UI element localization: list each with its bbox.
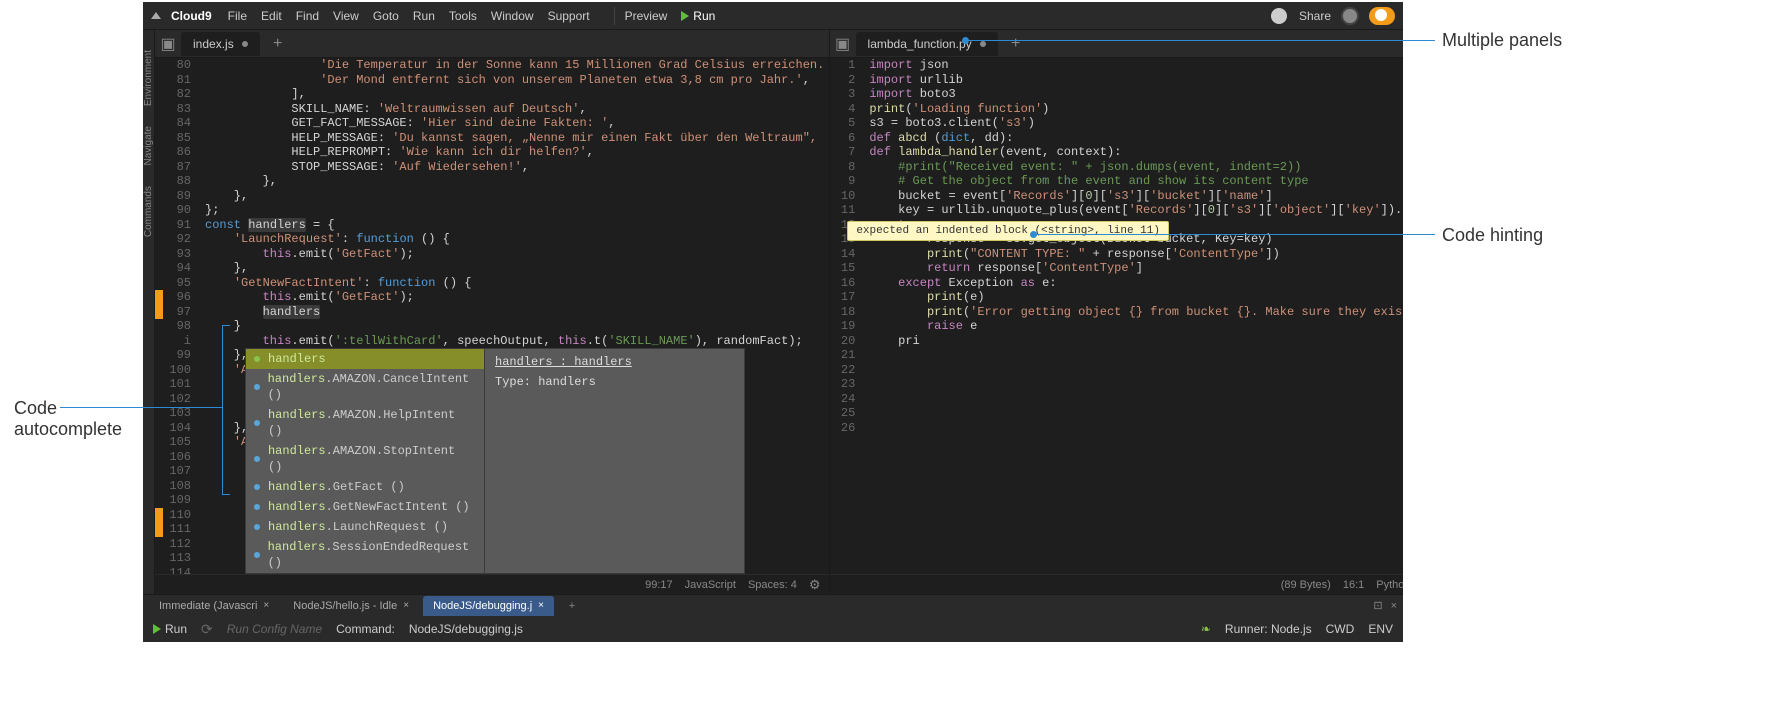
sidebar-tab-environment[interactable]: Environment — [143, 50, 154, 106]
close-icon[interactable]: × — [538, 600, 544, 611]
panes-icon[interactable]: ▣ — [161, 37, 175, 51]
play-icon — [681, 11, 689, 21]
share-button[interactable]: Share — [1299, 9, 1331, 23]
callout-hinting: Code hinting — [1442, 225, 1543, 246]
editor-left[interactable]: 80818283848586878889909192939495969798i … — [155, 58, 829, 574]
language-indicator[interactable]: Python — [1376, 579, 1403, 591]
tab-lambda-py[interactable]: lambda_function.py — [856, 32, 998, 56]
command-value[interactable]: NodeJS/debugging.js — [409, 622, 523, 636]
run-label: Run — [693, 9, 715, 23]
run-button-bottom[interactable]: Run — [153, 622, 187, 636]
divider — [614, 7, 615, 25]
bottom-tab[interactable]: NodeJS/hello.js - Idle× — [283, 596, 419, 616]
editor-settings-icon[interactable]: ⚙ — [809, 577, 821, 593]
tab-label: index.js — [193, 37, 234, 51]
command-label: Command: — [336, 622, 395, 636]
menu-find[interactable]: Find — [296, 9, 319, 23]
editor-panel-right: ▣ lambda_function.py + 12345678910111213… — [830, 30, 1403, 594]
menubar: Cloud9 File Edit Find View Goto Run Tools Windo… — [143, 2, 1403, 30]
run-button[interactable]: Run — [681, 9, 715, 23]
menu-tools[interactable]: Tools — [449, 9, 477, 23]
close-icon[interactable]: × — [403, 600, 409, 611]
user-avatar[interactable] — [1271, 8, 1287, 24]
autocomplete-popup[interactable]: handlershandlers.AMAZON.CancelIntent ()h… — [245, 348, 745, 574]
menu-file[interactable]: File — [228, 9, 247, 23]
run-label: Run — [165, 622, 187, 636]
autocomplete-item[interactable]: handlers.LaunchRequest () — [246, 517, 484, 537]
tab-index-js[interactable]: index.js — [181, 32, 260, 56]
callout-autocomplete: Code autocomplete — [14, 398, 122, 440]
env-button[interactable]: ENV — [1368, 622, 1393, 636]
menu-triangle-icon[interactable] — [151, 12, 161, 19]
autocomplete-item[interactable]: handlers.AMAZON.HelpIntent () — [246, 405, 484, 441]
bottom-tab[interactable]: Immediate (Javascri× — [149, 596, 279, 616]
run-config-bar: Run ⟳ Run Config Name Command: NodeJS/de… — [143, 616, 1403, 642]
menu-support[interactable]: Support — [548, 9, 590, 23]
menu-view[interactable]: View — [333, 9, 359, 23]
hint-tooltip: expected an indented block (<string>, li… — [847, 221, 1169, 242]
autocomplete-item[interactable]: handlers.AMAZON.StopIntent () — [246, 441, 484, 477]
bottom-tab-bar: Immediate (Javascri×NodeJS/hello.js - Id… — [143, 594, 1403, 616]
statusbar-left: 99:17 JavaScript Spaces: 4 ⚙ — [155, 574, 829, 594]
cursor-position: 16:1 — [1343, 579, 1364, 591]
cloud-sync-icon[interactable] — [1369, 7, 1395, 25]
language-indicator[interactable]: JavaScript — [685, 579, 736, 591]
menu-window[interactable]: Window — [491, 9, 534, 23]
autocomplete-item[interactable]: handlers.GetFact () — [246, 477, 484, 497]
tab-bar-left: ▣ index.js + — [155, 30, 829, 58]
spaces-indicator[interactable]: Spaces: 4 — [748, 579, 797, 591]
menu-edit[interactable]: Edit — [261, 9, 282, 23]
runner-selector[interactable]: Runner: Node.js — [1225, 622, 1312, 636]
autocomplete-info-title: handlers : handlers — [495, 355, 734, 369]
run-config-name-input[interactable]: Run Config Name — [227, 622, 322, 636]
cwd-button[interactable]: CWD — [1326, 622, 1355, 636]
menu-goto[interactable]: Goto — [373, 9, 399, 23]
close-icon[interactable]: × — [263, 600, 269, 611]
menu-run[interactable]: Run — [413, 9, 435, 23]
autocomplete-item[interactable]: handlers.SessionEndedRequest () — [246, 537, 484, 573]
sidebar-tab-commands[interactable]: Commands — [143, 186, 154, 237]
autocomplete-item[interactable]: handlers.AMAZON.CancelIntent () — [246, 369, 484, 405]
tab-bar-right: ▣ lambda_function.py + — [830, 30, 1403, 58]
maximize-icon[interactable]: ⊡ — [1373, 599, 1382, 612]
unsaved-dot-icon — [980, 41, 986, 47]
brand: Cloud9 — [171, 9, 212, 23]
autocomplete-info-type: Type: handlers — [495, 375, 734, 389]
tab-add-button[interactable]: + — [268, 34, 288, 54]
play-icon — [153, 624, 161, 634]
tab-add-button[interactable]: + — [1006, 34, 1026, 54]
tab-label: lambda_function.py — [868, 37, 972, 51]
close-panel-icon[interactable]: × — [1391, 600, 1397, 612]
sidebar-tab-navigate[interactable]: Navigate — [143, 126, 154, 165]
editor-right[interactable]: 1234567891011121314151617181920212223242… — [830, 58, 1403, 574]
runner-leaf-icon: ❧ — [1201, 622, 1211, 636]
refresh-icon[interactable]: ⟳ — [201, 621, 213, 638]
file-size: (89 Bytes) — [1281, 579, 1331, 591]
settings-gear-icon[interactable] — [1343, 9, 1357, 23]
editor-panel-left: ▣ index.js + 808182838485868788899091929… — [155, 30, 830, 594]
bottom-tab[interactable]: NodeJS/debugging.j× — [423, 596, 554, 616]
statusbar-right: (89 Bytes) 16:1 Python Spaces: 4 ⚙ — [830, 574, 1403, 594]
sidebar-left: Environment Navigate Commands — [143, 30, 155, 594]
callout-panels: Multiple panels — [1442, 30, 1562, 51]
autocomplete-item[interactable]: handlers — [246, 349, 484, 369]
unsaved-dot-icon — [242, 41, 248, 47]
cursor-position: 99:17 — [645, 579, 673, 591]
autocomplete-item[interactable]: handlers.GetNewFactIntent () — [246, 497, 484, 517]
ide-window: Cloud9 File Edit Find View Goto Run Tools Windo… — [143, 2, 1403, 642]
preview-button[interactable]: Preview — [625, 9, 668, 23]
panes-icon[interactable]: ▣ — [836, 37, 850, 51]
bottom-tab-add[interactable]: + — [562, 596, 582, 616]
